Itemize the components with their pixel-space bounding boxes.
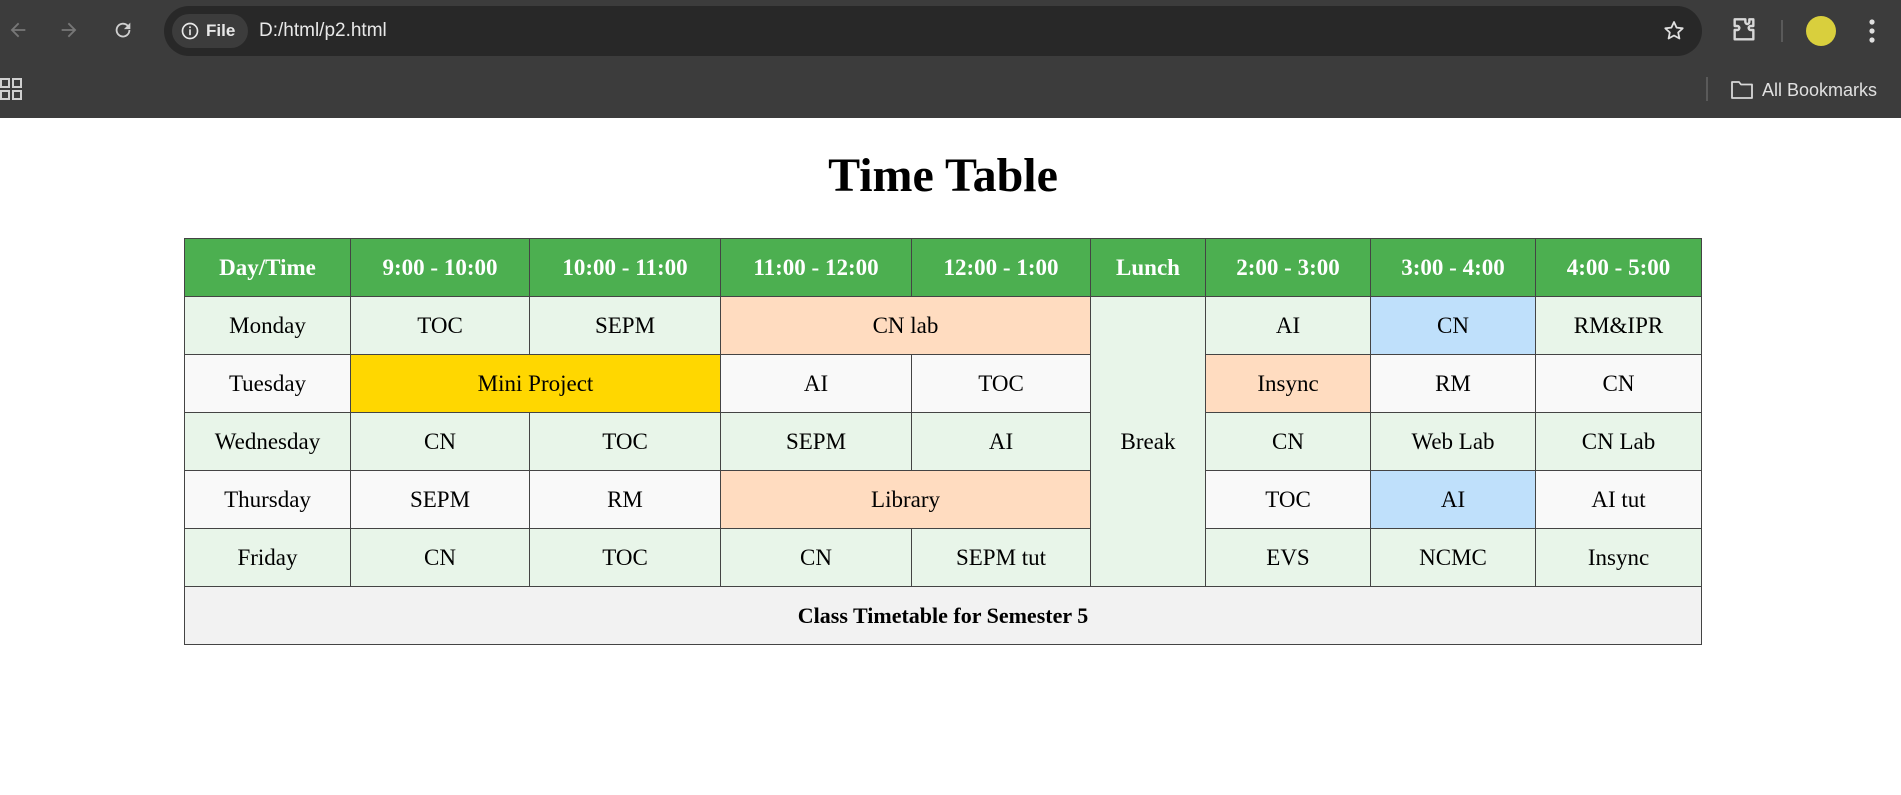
table-cell: AI [720, 354, 912, 413]
table-cell: SEPM [529, 296, 721, 355]
table-cell: Web Lab [1370, 412, 1536, 471]
folder-icon [1731, 81, 1753, 99]
back-button[interactable] [2, 14, 34, 46]
table-cell: AI [1205, 296, 1371, 355]
forward-button[interactable] [53, 14, 85, 46]
header-row: Day/Time 9:00 - 10:00 10:00 - 11:00 11:0… [184, 238, 1702, 297]
bookmarks-separator [1706, 77, 1708, 101]
table-cell: CN [720, 528, 912, 587]
header-slot-6: 2:00 - 3:00 [1205, 238, 1371, 297]
url-text[interactable]: D:/html/p2.html [259, 6, 387, 56]
address-bar[interactable]: File D:/html/p2.html [164, 6, 1702, 56]
table-cell: RM&IPR [1535, 296, 1702, 355]
table-row-monday: Monday TOC SEPM CN lab Break AI CN RM&IP… [184, 296, 1702, 587]
table-cell: RM [1370, 354, 1536, 413]
library-cell: Library [720, 470, 1091, 529]
table-cell: EVS [1205, 528, 1371, 587]
table-cell: TOC [350, 296, 530, 355]
header-lunch: Lunch [1090, 238, 1206, 297]
page-title: Time Table [828, 149, 1058, 202]
arrow-left-icon [10, 22, 26, 38]
day-cell: Wednesday [184, 412, 351, 471]
header-slot-4: 12:00 - 1:00 [911, 238, 1091, 297]
day-cell: Tuesday [184, 354, 351, 413]
table-row-tuesday: Tuesday Mini Project AI TOC Insync RM CN [184, 354, 1702, 413]
reload-button[interactable] [107, 14, 139, 46]
profile-avatar[interactable] [1806, 16, 1836, 46]
table-cell: SEPM [350, 470, 530, 529]
browser-toolbar: File D:/html/p2.html [0, 0, 1901, 63]
star-icon[interactable] [1662, 19, 1686, 43]
table-row-wednesday: Wednesday CN TOC SEPM AI CN Web Lab CN L… [184, 412, 1702, 471]
toolbar-separator [1781, 20, 1783, 42]
table-row-friday: Friday CN TOC CN SEPM tut EVS NCMC Insyn… [184, 528, 1702, 587]
reload-icon [115, 22, 131, 38]
header-slot-3: 11:00 - 12:00 [720, 238, 912, 297]
info-icon [181, 22, 199, 40]
table-cell: NCMC [1370, 528, 1536, 587]
table-cell: CN [1535, 354, 1702, 413]
table-cell: Insync [1535, 528, 1702, 587]
table-caption: Class Timetable for Semester 5 [184, 586, 1702, 645]
day-cell: Thursday [184, 470, 351, 529]
header-day-time: Day/Time [184, 238, 351, 297]
more-vert-icon[interactable] [1862, 16, 1882, 46]
table-cell: AI [911, 412, 1091, 471]
header-slot-1: 9:00 - 10:00 [350, 238, 530, 297]
table-cell: CN [350, 412, 530, 471]
file-chip-label: File [206, 21, 236, 40]
apps-grid-icon[interactable] [0, 77, 24, 101]
table-cell: CN [350, 528, 530, 587]
all-bookmarks-button[interactable]: All Bookmarks [1730, 77, 1877, 103]
table-cell: CN Lab [1535, 412, 1702, 471]
day-cell: Friday [184, 528, 351, 587]
table-cell: TOC [1205, 470, 1371, 529]
header-slot-8: 4:00 - 5:00 [1535, 238, 1702, 297]
day-cell: Monday [184, 296, 351, 355]
table-cell: TOC [529, 412, 721, 471]
arrow-right-icon [61, 22, 77, 38]
table-cell: TOC [911, 354, 1091, 413]
project-cell: Mini Project [350, 354, 721, 413]
footer-row: Class Timetable for Semester 5 [184, 586, 1702, 645]
highlight-cell: AI [1370, 470, 1536, 529]
table-cell: CN [1205, 412, 1371, 471]
table-cell: TOC [529, 528, 721, 587]
table-cell: SEPM [720, 412, 912, 471]
highlight-cell: Insync [1205, 354, 1371, 413]
header-slot-2: 10:00 - 11:00 [529, 238, 721, 297]
highlight-cell: CN [1370, 296, 1536, 355]
site-info-chip[interactable]: File [172, 14, 248, 48]
lab-cell: CN lab [720, 296, 1091, 355]
table-cell: SEPM tut [911, 528, 1091, 587]
header-slot-7: 3:00 - 4:00 [1370, 238, 1536, 297]
bookmarks-bar: All Bookmarks [0, 63, 1901, 118]
table-cell: RM [529, 470, 721, 529]
browser-chrome: File D:/html/p2.html All Bookmarks [0, 0, 1901, 118]
puzzle-icon[interactable] [1728, 14, 1760, 46]
table-row-thursday: Thursday SEPM RM Library TOC AI AI tut [184, 470, 1702, 529]
lunch-break-cell: Break [1090, 296, 1206, 587]
all-bookmarks-label: All Bookmarks [1762, 79, 1878, 100]
table-cell: AI tut [1535, 470, 1702, 529]
timetable: Day/Time 9:00 - 10:00 10:00 - 11:00 11:0… [184, 238, 1702, 645]
